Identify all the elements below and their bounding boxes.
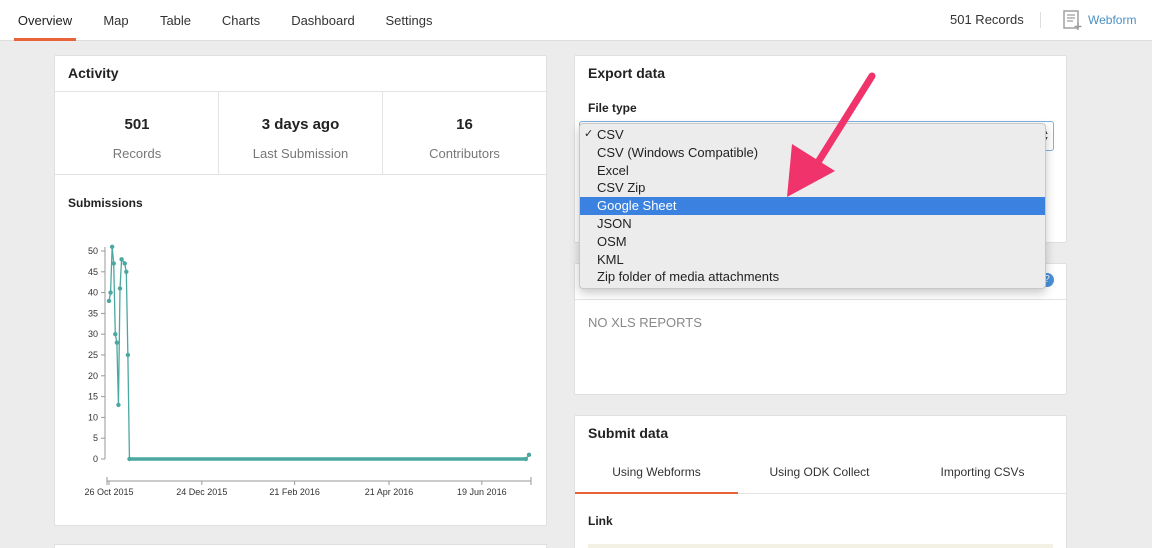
submit-data-card: Submit data Using Webforms Using ODK Col… [574,415,1067,548]
x-tick-label: 24 Dec 2015 [176,487,227,497]
file-type-dropdown: ✓ CSV CSV (Windows Compatible) Excel CSV … [579,123,1046,289]
data-point [526,452,532,458]
data-point [122,261,127,266]
series-line [108,246,530,460]
link-label: Link [588,514,613,528]
data-point [116,402,121,408]
y-tick-label: 25 [88,350,98,360]
option-json[interactable]: JSON [580,215,1045,233]
file-type-label: File type [588,101,637,115]
y-tick-label: 10 [88,412,98,422]
tab-overview[interactable]: Overview [14,0,76,41]
submit-tabs: Using Webforms Using ODK Collect Importi… [575,456,1066,494]
x-tick-label: 26 Oct 2015 [84,487,133,497]
option-label: Excel [597,162,629,178]
tab-settings[interactable]: Settings [384,0,434,41]
y-tick-label: 50 [88,246,98,256]
data-point [119,257,124,262]
option-label: JSON [597,215,632,231]
tab-charts[interactable]: Charts [221,0,261,41]
option-label: CSV (Windows Compatible) [597,144,759,160]
data-point [523,456,529,462]
webform-label: Webform [1088,13,1137,27]
data-point [106,298,112,304]
data-point [108,290,113,295]
data-point [113,332,118,337]
tab-importing-csvs[interactable]: Importing CSVs [901,456,1064,494]
option-csv-windows[interactable]: CSV (Windows Compatible) [580,144,1045,162]
option-label: Zip folder of media attachments [597,269,780,285]
tab-using-odk-collect[interactable]: Using ODK Collect [738,456,901,494]
next-card-edge [54,544,547,548]
checkmark-icon: ✓ [584,128,594,140]
option-google-sheet[interactable]: Google Sheet [580,197,1045,215]
y-tick-label: 45 [88,267,98,277]
option-kml[interactable]: KML [580,251,1045,269]
option-media-zip[interactable]: Zip folder of media attachments [580,268,1045,286]
y-tick-label: 5 [93,433,98,443]
link-field[interactable] [588,544,1053,548]
data-point [117,286,123,291]
option-csv-zip[interactable]: CSV Zip [580,179,1045,197]
option-label: CSV [597,127,624,142]
export-title: Export data [588,65,666,81]
tab-using-webforms[interactable]: Using Webforms [575,456,738,494]
option-label: KML [597,251,624,267]
x-tick-label: 21 Apr 2016 [365,487,414,497]
option-label: OSM [597,233,627,249]
x-tick-label: 19 Jun 2016 [457,487,507,497]
option-csv[interactable]: ✓ CSV [580,126,1045,144]
data-point [111,261,116,266]
tab-table[interactable]: Table [159,0,192,41]
data-point [114,340,120,345]
top-navigation: Overview Map Table Charts Dashboard Sett… [0,0,1152,41]
webform-icon [1063,10,1082,30]
data-point [127,456,132,462]
activity-card: Activity 501 Records 3 days ago Last Sub… [54,55,547,526]
records-count: 501 Records [950,12,1024,27]
data-point [109,244,115,250]
nav-divider [1040,12,1041,28]
data-point [124,269,129,274]
y-tick-label: 35 [88,308,98,318]
y-tick-label: 15 [88,392,98,402]
y-tick-label: 20 [88,371,98,381]
x-tick-label: 21 Feb 2016 [269,487,320,497]
tab-map[interactable]: Map [103,0,129,41]
webform-button[interactable]: Webform [1062,9,1136,31]
submissions-chart: 0 5 10 15 20 25 30 35 40 45 50 26 Oct 2015 24 Dec 20… [84,244,532,497]
option-osm[interactable]: OSM [580,233,1045,251]
tab-dashboard[interactable]: Dashboard [290,0,356,41]
submit-title: Submit data [588,425,669,441]
y-tick-label: 0 [93,454,98,464]
option-excel[interactable]: Excel [580,162,1045,180]
y-tick-label: 40 [88,288,98,298]
option-label: CSV Zip [597,180,646,196]
data-point [125,352,131,358]
y-tick-label: 30 [88,329,98,339]
option-label: Google Sheet [597,198,677,214]
no-xls-reports-text: NO XLS REPORTS [588,315,702,330]
